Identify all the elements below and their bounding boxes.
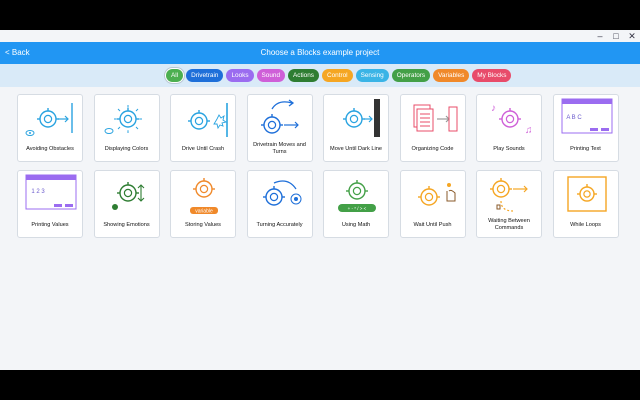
bottom-letterbox: [0, 370, 640, 400]
example-card-using-math[interactable]: + - * / > < Using Math: [323, 170, 389, 238]
robot-wall-obstacle-icon: [25, 103, 73, 136]
robot-loop-box-icon: [566, 176, 607, 212]
tab-variables[interactable]: Variables: [433, 69, 470, 82]
print-values-window-icon: 1 2 3: [25, 174, 77, 210]
tab-my-blocks[interactable]: My Blocks: [472, 69, 512, 82]
example-card-label: Drive Until Crash: [181, 145, 225, 152]
tab-control[interactable]: Control: [321, 69, 353, 82]
example-card-wait-until-push[interactable]: Wait Until Push: [399, 170, 466, 238]
header-bar: < Back Choose a Blocks example project: [0, 42, 640, 64]
example-card-printing-text[interactable]: A B C Printing Text: [552, 94, 619, 162]
tab-drivetrain[interactable]: Drivetrain: [186, 69, 224, 82]
tab-sensing[interactable]: Sensing: [355, 69, 389, 82]
example-card-label: Displaying Colors: [104, 145, 149, 152]
category-tabs: All Drivetrain Looks Sound Actions Control Sen…: [166, 69, 512, 82]
variable-text: variable: [195, 209, 213, 215]
robot-emotion-icon: [111, 182, 144, 210]
close-icon[interactable]: ✕: [624, 30, 640, 42]
example-card-label: Using Math: [341, 221, 371, 228]
tab-sound[interactable]: Sound: [256, 69, 286, 82]
example-card-move-until-dark-line[interactable]: Move Until Dark Line: [323, 94, 389, 162]
example-card-label: Wait Until Push: [413, 221, 452, 228]
example-card-label: Printing Values: [31, 221, 69, 228]
example-card-avoiding-obstacles[interactable]: Avoiding Obstacles: [17, 94, 83, 162]
robot-precise-turn-icon: [262, 180, 301, 206]
example-card-printing-values[interactable]: 1 2 3 Printing Values: [17, 170, 83, 238]
example-card-showing-emotions[interactable]: Showing Emotions: [93, 170, 160, 238]
example-card-while-loops[interactable]: While Loops: [552, 170, 619, 238]
math-operators-text: + - * / > <: [348, 206, 367, 211]
category-filter-bar: All Drivetrain Looks Sound Actions Control Sen…: [0, 64, 640, 87]
example-card-label: Drivetrain Moves and Turns: [253, 142, 306, 155]
code-pages-icon: [413, 104, 457, 132]
robot-push-hand-icon: [417, 183, 455, 206]
example-card-label: Storing Values: [185, 221, 221, 228]
example-card-label: Turning Accurately: [256, 221, 303, 228]
abc-text: A B C: [566, 115, 582, 121]
svg-text:♪: ♪: [491, 103, 496, 114]
example-card-label: Move Until Dark Line: [330, 145, 382, 152]
tab-actions[interactable]: Actions: [288, 69, 319, 82]
example-card-play-sounds[interactable]: ♪ ♫ Play Sounds: [476, 94, 542, 162]
window-controls: – □ ✕: [592, 30, 640, 42]
robot-turn-arrow-icon: [260, 99, 299, 134]
example-card-waiting-between-commands[interactable]: Waiting Between Commands: [476, 170, 542, 238]
tab-operators[interactable]: Operators: [391, 69, 431, 82]
robot-crash-icon: [188, 103, 228, 137]
print-text-window-icon: A B C: [561, 98, 612, 134]
robot-math-operators-icon: + - * / > <: [338, 180, 376, 212]
example-card-label: Printing Text: [570, 145, 601, 152]
example-card-storing-values[interactable]: variable Storing Values: [170, 170, 236, 238]
page-title: Choose a Blocks example project: [260, 48, 380, 57]
robot-wait-path-icon: [490, 178, 528, 212]
tab-all[interactable]: All: [166, 69, 184, 82]
example-card-drive-until-crash[interactable]: Drive Until Crash: [170, 94, 236, 162]
tab-looks[interactable]: Looks: [226, 69, 254, 82]
app-window: – □ ✕ < Back Choose a Blocks example pro…: [0, 30, 640, 370]
example-card-drivetrain-moves-and-turns[interactable]: Drivetrain Moves and Turns: [246, 94, 313, 162]
robot-dark-line-icon: [343, 99, 380, 137]
example-card-label: Play Sounds: [493, 145, 525, 152]
example-card-label: Organizing Code: [411, 145, 454, 152]
example-card-label: Showing Emotions: [103, 221, 150, 228]
example-card-turning-accurately[interactable]: Turning Accurately: [246, 170, 313, 238]
example-card-organizing-code[interactable]: Organizing Code: [399, 94, 466, 162]
example-card-label: Waiting Between Commands: [488, 218, 530, 231]
minimize-icon[interactable]: –: [592, 30, 608, 42]
robot-color-burst-icon: [104, 105, 142, 134]
example-card-displaying-colors[interactable]: Displaying Colors: [93, 94, 160, 162]
example-card-label: Avoiding Obstacles: [26, 145, 74, 152]
values-text: 1 2 3: [31, 189, 45, 195]
robot-music-notes-icon: ♪♫: [491, 103, 533, 136]
example-card-label: While Loops: [570, 221, 601, 228]
robot-variable-icon: variable: [190, 178, 218, 215]
top-letterbox: [0, 0, 640, 30]
svg-text:♫: ♫: [525, 125, 533, 136]
maximize-icon[interactable]: □: [608, 30, 624, 42]
